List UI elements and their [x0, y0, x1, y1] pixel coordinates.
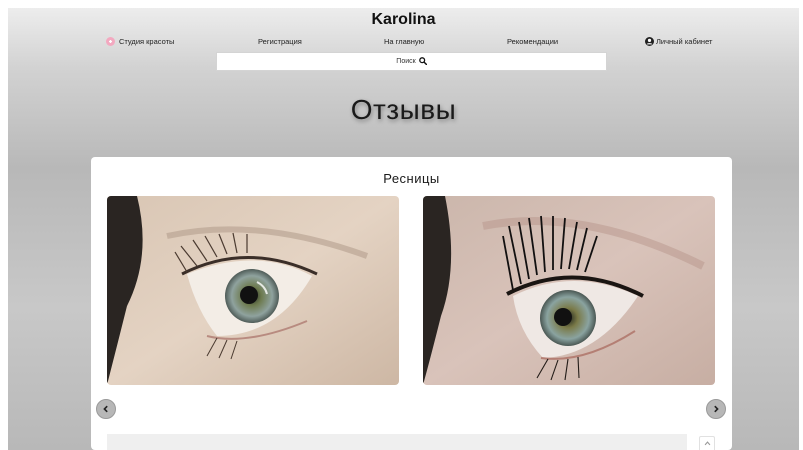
page-viewport: Karolina Студия красоты Регистрация На г…	[8, 8, 799, 450]
flower-icon	[106, 37, 115, 46]
site-title: Karolina	[371, 11, 436, 28]
after-eyelash-photo	[423, 196, 715, 385]
account-label: Личный кабинет	[656, 37, 713, 46]
nav-register-link[interactable]: Регистрация	[258, 37, 302, 46]
brand-link[interactable]: Студия красоты	[106, 37, 174, 46]
review-text-area	[107, 434, 687, 450]
search-icon	[418, 56, 427, 67]
carousel-prev-button[interactable]	[96, 399, 116, 419]
user-circle-icon	[645, 37, 654, 46]
brand-label: Студия красоты	[119, 37, 175, 46]
nav-recommendations-link[interactable]: Рекомендации	[507, 37, 558, 46]
chevron-left-icon	[102, 403, 110, 415]
chevron-right-icon	[712, 403, 720, 415]
top-nav: Студия красоты Регистрация На главную Ре…	[8, 35, 799, 49]
search-button[interactable]: Поиск	[216, 52, 607, 71]
review-card-title: Ресницы	[383, 171, 440, 186]
nav-home-link[interactable]: На главную	[384, 37, 424, 46]
nav-account-link[interactable]: Личный кабинет	[645, 37, 712, 46]
search-label: Поиск	[396, 58, 416, 65]
review-card: Ресницы	[91, 157, 732, 450]
chevron-up-icon	[704, 439, 711, 449]
carousel-next-button[interactable]	[706, 399, 726, 419]
page-title: Отзывы	[350, 94, 457, 125]
scroll-up-button[interactable]	[699, 436, 715, 450]
before-eyelash-photo	[107, 196, 399, 385]
